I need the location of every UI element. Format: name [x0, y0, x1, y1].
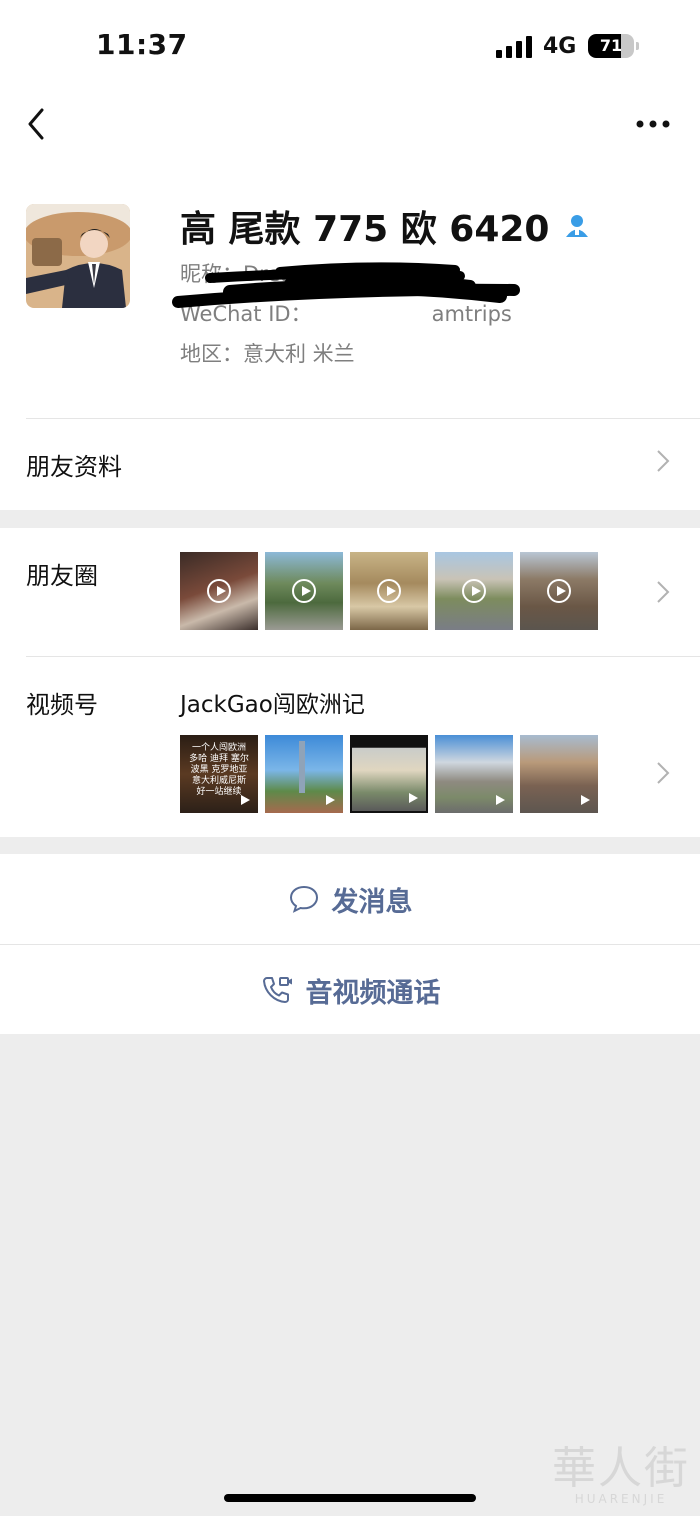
thumbnail-caption: 一个人闯欧洲	[191, 743, 246, 753]
play-icon	[377, 579, 401, 603]
watermark-en: HUARENJIE	[574, 1492, 668, 1506]
moments-thumbnail[interactable]	[435, 552, 513, 630]
video-call-label: 音视频通话	[305, 977, 441, 1009]
channel-thumbnail[interactable]: 一个人闯欧洲 多哈 迪拜 塞尔 波黑 克罗地亚 意大利威尼斯 好一站继续	[180, 735, 258, 813]
thumbnail-caption: 波黑 克罗地亚	[190, 765, 248, 775]
channel-name: JackGao闯欧洲记	[180, 692, 365, 718]
back-button[interactable]	[22, 104, 54, 144]
moments-thumbnail[interactable]	[520, 552, 598, 630]
status-time: 11:37	[96, 28, 188, 61]
phone-video-icon	[262, 977, 292, 1003]
display-name: 高 尾款 775 欧 6420	[180, 209, 550, 250]
play-icon	[581, 795, 590, 805]
redaction-scribble	[172, 262, 520, 308]
play-icon	[547, 579, 571, 603]
more-dots-icon	[636, 120, 670, 128]
more-button[interactable]	[632, 116, 676, 132]
play-icon	[241, 795, 250, 805]
send-message-label: 发消息	[331, 886, 413, 918]
moments-thumbnail[interactable]	[350, 552, 428, 630]
play-icon	[292, 579, 316, 603]
battery-percent: 71	[599, 36, 623, 55]
channel-thumbnail[interactable]	[265, 735, 343, 813]
thumbnail-caption: 多哈 迪拜 塞尔	[189, 754, 249, 764]
tower-shape	[299, 741, 305, 793]
play-icon	[462, 579, 486, 603]
chevron-right-icon	[657, 450, 670, 472]
signal-icon	[496, 36, 532, 58]
chevron-right-icon	[657, 762, 670, 784]
send-message-button[interactable]: 发消息	[0, 854, 700, 944]
channels-row[interactable]: 视频号 JackGao闯欧洲记 一个人闯欧洲 多哈 迪拜 塞尔 波黑 克罗地亚 …	[0, 657, 700, 837]
watermark-cn: 華人街	[552, 1443, 690, 1494]
play-icon	[207, 579, 231, 603]
moments-thumbnail[interactable]	[180, 552, 258, 630]
name-row: 高 尾款 775 欧 6420	[180, 200, 591, 252]
channels-label: 视频号	[26, 691, 98, 719]
moments-label: 朋友圈	[26, 562, 98, 590]
contact-person-icon	[566, 215, 589, 237]
play-icon	[409, 793, 418, 803]
avatar-image	[26, 204, 130, 308]
play-icon	[326, 795, 335, 805]
chat-bubble-icon	[289, 885, 318, 913]
region: 地区：意大利 米兰	[180, 342, 355, 366]
moments-thumbnail[interactable]	[265, 552, 343, 630]
play-icon	[496, 795, 505, 805]
battery-icon: 71	[588, 34, 634, 58]
battery-tip	[636, 42, 639, 50]
friend-info-row[interactable]: 朋友资料	[0, 419, 700, 510]
chevron-left-icon	[28, 108, 44, 140]
avatar[interactable]	[26, 204, 130, 308]
channel-thumbnails: 一个人闯欧洲 多哈 迪拜 塞尔 波黑 克罗地亚 意大利威尼斯 好一站继续	[180, 735, 598, 813]
video-call-button[interactable]: 音视频通话	[0, 945, 700, 1035]
friend-info-label: 朋友资料	[26, 453, 122, 481]
home-indicator[interactable]	[224, 1494, 476, 1502]
channel-thumbnail[interactable]	[520, 735, 598, 813]
moments-row[interactable]: 朋友圈	[0, 528, 700, 656]
moments-thumbnails	[180, 552, 598, 630]
channel-thumbnail[interactable]	[435, 735, 513, 813]
thumbnail-caption: 意大利威尼斯	[191, 776, 246, 786]
watermark-logo: 華人街 HUARENJIE	[552, 1443, 690, 1507]
channel-thumbnail[interactable]	[350, 735, 428, 813]
network-type: 4G	[543, 34, 577, 59]
chevron-right-icon	[657, 581, 670, 603]
